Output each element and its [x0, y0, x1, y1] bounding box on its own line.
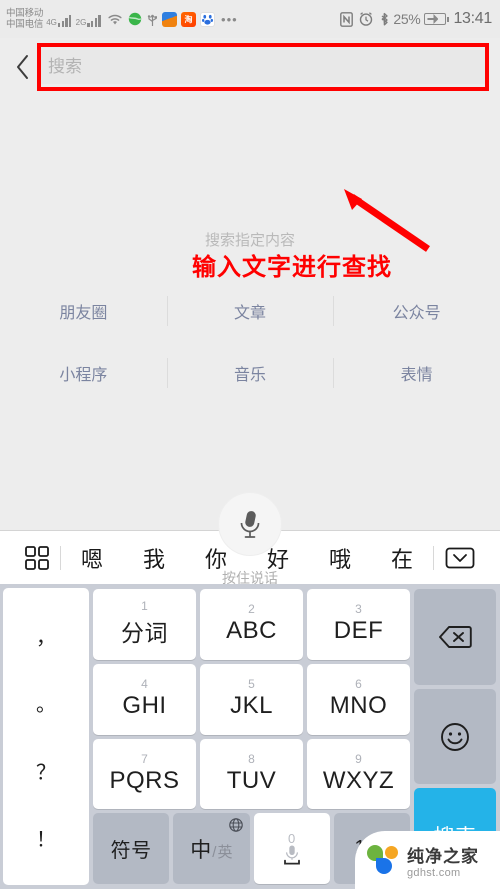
language-separator: / [212, 843, 217, 861]
microphone-icon [240, 511, 260, 538]
category-articles[interactable]: 文章 [166, 293, 334, 329]
key-label: PQRS [109, 766, 180, 794]
baidu-icon [200, 11, 216, 27]
signal-strength-2: 2G [76, 11, 102, 27]
taobao-icon: 淘 [181, 11, 197, 27]
category-mini-programs[interactable]: 小程序 [0, 355, 167, 391]
keyboard-row-3: 7 PQRS 8 TUV 9 WXYZ [91, 737, 412, 812]
key-number: 4 [141, 677, 148, 692]
watermark-logo-icon [367, 845, 401, 875]
key-5-jkl[interactable]: 5 JKL [200, 663, 303, 735]
watermark-text: 纯净之家 gdhst.com [407, 842, 479, 879]
key-label: ABC [226, 617, 277, 645]
backspace-icon [439, 625, 472, 648]
watermark-name: 纯净之家 [407, 846, 479, 866]
key-number: 8 [248, 751, 255, 766]
key-number: 0 [288, 830, 296, 846]
key-number: 1 [141, 599, 148, 614]
language-zh: 中 [190, 838, 212, 862]
network-type-2: 2G [75, 18, 87, 27]
battery-icon [424, 13, 450, 25]
key-6-mno[interactable]: 6 MNO [307, 663, 410, 735]
signal-bars-icon [87, 14, 102, 27]
bluetooth-icon [379, 12, 390, 27]
battery-percent: 25% [393, 11, 421, 27]
watermark-url: gdhst.com [407, 866, 461, 879]
phone-screen: 中国移动 中国电信 4G 2G 淘 ••• 25% 13:41 搜索 搜索指定内… [0, 0, 500, 889]
key-8-tuv[interactable]: 8 TUV [200, 738, 303, 810]
key-number: 5 [248, 677, 255, 692]
key-label: WXYZ [322, 766, 395, 794]
key-label: 符号 [110, 840, 152, 863]
carrier-line-2: 中国电信 [6, 19, 44, 30]
key-number: 2 [248, 602, 255, 617]
carrier-names: 中国移动 中国电信 [6, 8, 43, 30]
t9-keyboard: ， 。 ？ ！ 1 分词 2 ABC 3 DEF 4 GHI 5 JKL 6 M… [0, 584, 500, 889]
key-9-wxyz[interactable]: 9 WXYZ [307, 738, 410, 810]
category-row-1: 朋友圈 文章 公众号 [0, 293, 500, 329]
key-backspace[interactable] [414, 589, 496, 685]
location-icon [128, 12, 142, 26]
key-1-fenci[interactable]: 1 分词 [93, 589, 196, 660]
network-type-1: 4G [46, 18, 57, 27]
key-2-abc[interactable]: 2 ABC [200, 589, 303, 660]
key-label: JKL [230, 692, 273, 720]
keyboard-row-1: 1 分词 2 ABC 3 DEF [91, 587, 412, 662]
keyboard-row-2: 4 GHI 5 JKL 6 MNO [91, 662, 412, 737]
key-4-ghi[interactable]: 4 GHI [93, 663, 196, 735]
category-stickers[interactable]: 表情 [333, 355, 500, 391]
netease-music-icon [162, 11, 178, 27]
carrier-line-1: 中国移动 [6, 8, 44, 19]
key-label: DEF [333, 617, 384, 645]
key-number: 7 [141, 751, 148, 766]
alarm-icon [359, 12, 373, 26]
key-3-def[interactable]: 3 DEF [307, 589, 410, 660]
key-label: MNO [329, 692, 388, 720]
status-bar-right: 25% 13:41 [334, 0, 492, 38]
more-dots-icon: ••• [221, 11, 238, 27]
key-number: 3 [355, 602, 362, 617]
search-input-wrapper [37, 42, 489, 91]
category-moments[interactable]: 朋友圈 [0, 293, 167, 329]
key-exclamation[interactable]: ！ [3, 817, 89, 858]
category-music[interactable]: 音乐 [166, 355, 334, 391]
key-comma[interactable]: ， [3, 615, 89, 656]
signal-bars-icon [57, 14, 73, 27]
key-symbols[interactable]: 符号 [93, 813, 170, 884]
punctuation-column: ， 。 ？ ！ [3, 588, 89, 885]
search-input[interactable] [40, 49, 486, 84]
key-label: 中 / 英 [190, 834, 232, 864]
usb-icon [147, 12, 158, 27]
annotation-callout-text: 输入文字进行查找 [192, 254, 392, 281]
key-emoji[interactable] [414, 688, 496, 785]
category-row-2: 小程序 音乐 表情 [0, 355, 500, 391]
category-official-accounts[interactable]: 公众号 [333, 293, 500, 329]
status-bar-clock: 13:41 [453, 10, 492, 27]
key-question[interactable]: ？ [3, 750, 89, 791]
watermark: 纯净之家 gdhst.com [355, 831, 500, 889]
search-content-area: 搜索指定内容 输入文字进行查找 朋友圈 文章 公众号 小程序 音乐 表情 按住说… [0, 95, 500, 586]
emoji-smiley-icon [441, 722, 469, 751]
key-label: GHI [122, 692, 167, 720]
key-7-pqrs[interactable]: 7 PQRS [93, 738, 196, 810]
language-en: 英 [217, 843, 233, 861]
status-bar: 中国移动 中国电信 4G 2G 淘 ••• 25% 13:41 [0, 0, 500, 38]
signal-strength-1: 4G [46, 11, 72, 27]
microphone-icon [283, 845, 300, 865]
key-label: 分词 [121, 620, 168, 647]
key-language-toggle[interactable]: 中 / 英 [173, 813, 250, 884]
search-header [0, 38, 500, 95]
back-button[interactable] [6, 47, 40, 87]
voice-search-button[interactable] [219, 493, 281, 555]
wifi-icon [107, 13, 123, 26]
key-number: 6 [355, 677, 362, 692]
globe-icon [228, 818, 243, 837]
key-period[interactable]: 。 [3, 682, 89, 723]
nfc-icon [340, 11, 354, 27]
key-label: TUV [226, 766, 277, 794]
key-space[interactable]: 0 [253, 813, 330, 884]
key-number: 9 [355, 751, 362, 766]
voice-search-area: 按住说话 [0, 493, 500, 588]
